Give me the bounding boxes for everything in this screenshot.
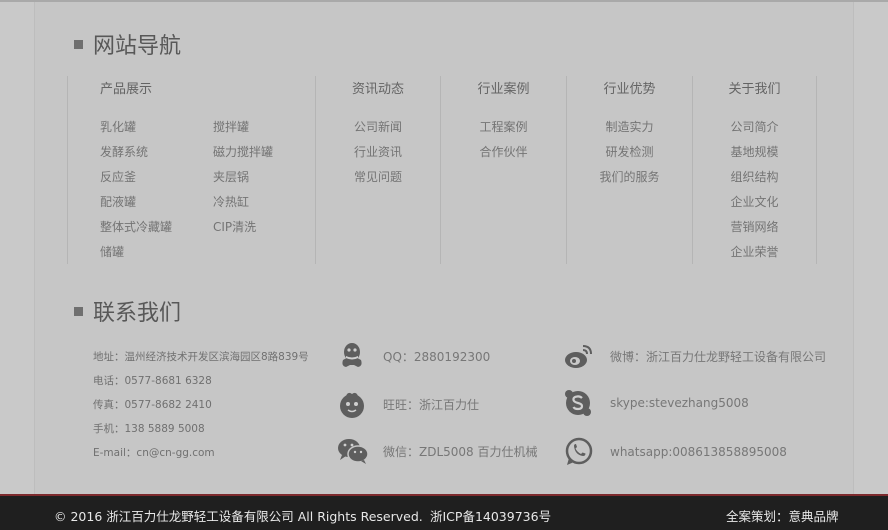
qq-contact[interactable]: QQ：2880192300 — [337, 341, 490, 371]
icp-link[interactable]: 浙ICP备14039736号 — [430, 506, 551, 525]
qq-text: QQ：2880192300 — [383, 349, 491, 364]
nav-link[interactable]: 冷热缸 — [213, 193, 313, 218]
contact-title-text: 联系我们 — [93, 301, 182, 326]
nav-link[interactable]: CIP清洗 — [213, 218, 313, 243]
nav-link[interactable]: 公司新闻 — [316, 118, 440, 143]
wangwang-text: 旺旺：浙江百力仕 — [383, 397, 480, 412]
whatsapp-text: whatsapp:008613858895008 — [610, 445, 787, 459]
whatsapp-icon — [565, 437, 593, 465]
nav-link[interactable]: 工程案例 — [441, 118, 566, 143]
wangwang-contact[interactable]: 旺旺：浙江百力仕 — [337, 389, 479, 419]
nav-link[interactable]: 反应釜 — [100, 168, 213, 193]
nav-link[interactable]: 研发检测 — [567, 143, 692, 168]
nav-link[interactable]: 组织结构 — [693, 168, 816, 193]
nav-link[interactable]: 常见问题 — [316, 168, 440, 193]
title-square-icon — [74, 39, 83, 49]
whatsapp-contact[interactable]: whatsapp:008613858895008 — [564, 437, 787, 467]
nav-column-cases: 行业案例 工程案例 合作伙伴 — [440, 76, 566, 264]
wechat-text: 微信：ZDL5008 百力仕机械 — [383, 444, 538, 459]
nav-column-news: 资讯动态 公司新闻 行业资讯 常见问题 — [315, 76, 440, 264]
nav-column-advantages: 行业优势 制造实力 研发检测 我们的服务 — [566, 76, 692, 264]
weibo-contact[interactable]: 微博：浙江百力仕龙野轻工设备有限公司 — [564, 342, 826, 370]
nav-link[interactable]: 企业文化 — [693, 193, 816, 218]
nav-link[interactable]: 发酵系统 — [100, 143, 213, 168]
wechat-icon — [338, 439, 369, 464]
nav-link[interactable]: 制造实力 — [567, 118, 692, 143]
mobile-line: 手机：138 5889 5008 — [93, 423, 205, 435]
nav-column-products: 产品展示 乳化罐 搅拌罐 发酵系统 磁力搅拌罐 反应釜 夹层锅 配液罐 冷热缸 … — [67, 76, 315, 264]
copyright-text: © 2016 浙江百力仕龙野轻工设备有限公司 All Rights Reserv… — [54, 509, 423, 524]
email-line[interactable]: E-mail：cn@cn-gg.com — [93, 445, 309, 469]
title-square-icon — [74, 306, 83, 316]
nav-column-head[interactable]: 行业优势 — [567, 78, 692, 97]
contact-section-title: 联系我们 — [74, 295, 181, 327]
skype-text: skype:stevezhang5008 — [610, 396, 749, 410]
phone-line: 电话：0577-8681 6328 — [93, 375, 212, 387]
qq-icon — [342, 343, 362, 367]
nav-link[interactable]: 公司简介 — [693, 118, 816, 143]
wangwang-icon — [340, 392, 364, 418]
nav-column-head[interactable]: 关于我们 — [693, 78, 816, 97]
nav-link[interactable]: 磁力搅拌罐 — [213, 143, 313, 168]
weibo-text: 微博：浙江百力仕龙野轻工设备有限公司 — [610, 349, 827, 364]
skype-contact[interactable]: skype:stevezhang5008 — [564, 389, 749, 417]
fax-line: 传真：0577-8682 2410 — [93, 399, 212, 411]
nav-link[interactable]: 配液罐 — [100, 193, 213, 218]
address-block: 地址：温州经济技术开发区滨海园区8路839号 电话：0577-8681 6328… — [93, 349, 309, 469]
nav-link[interactable]: 我们的服务 — [567, 168, 692, 193]
nav-column-head[interactable]: 行业案例 — [441, 78, 566, 97]
address-line: 地址：温州经济技术开发区滨海园区8路839号 — [93, 351, 309, 363]
weibo-icon — [565, 345, 592, 368]
nav-link[interactable]: 整体式冷藏罐 — [100, 218, 213, 243]
nav-section-title: 网站导航 — [74, 28, 181, 60]
nav-link[interactable]: 行业资讯 — [316, 143, 440, 168]
nav-link[interactable]: 搅拌罐 — [213, 118, 313, 143]
nav-column-about: 关于我们 公司简介 基地规模 组织结构 企业文化 营销网络 企业荣誉 — [692, 76, 817, 264]
wechat-contact[interactable]: 微信：ZDL5008 百力仕机械 — [337, 437, 538, 465]
design-credit-link[interactable]: 全案策划：意典品牌 — [726, 506, 839, 525]
nav-column-head[interactable]: 资讯动态 — [316, 78, 440, 97]
nav-link[interactable]: 储罐 — [100, 243, 213, 268]
nav-link[interactable]: 乳化罐 — [100, 118, 213, 143]
nav-link[interactable]: 合作伙伴 — [441, 143, 566, 168]
nav-link[interactable]: 企业荣誉 — [693, 243, 816, 268]
skype-icon — [565, 390, 591, 416]
site-footer: © 2016 浙江百力仕龙野轻工设备有限公司 All Rights Reserv… — [0, 494, 888, 530]
nav-link[interactable]: 夹层锅 — [213, 168, 313, 193]
site-navigation: 产品展示 乳化罐 搅拌罐 发酵系统 磁力搅拌罐 反应釜 夹层锅 配液罐 冷热缸 … — [67, 76, 817, 264]
nav-title-text: 网站导航 — [93, 34, 182, 59]
nav-column-head[interactable]: 产品展示 — [100, 78, 152, 97]
nav-link[interactable]: 营销网络 — [693, 218, 816, 243]
nav-link[interactable]: 基地规模 — [693, 143, 816, 168]
product-link-grid: 乳化罐 搅拌罐 发酵系统 磁力搅拌罐 反应釜 夹层锅 配液罐 冷热缸 整体式冷藏… — [100, 118, 313, 268]
